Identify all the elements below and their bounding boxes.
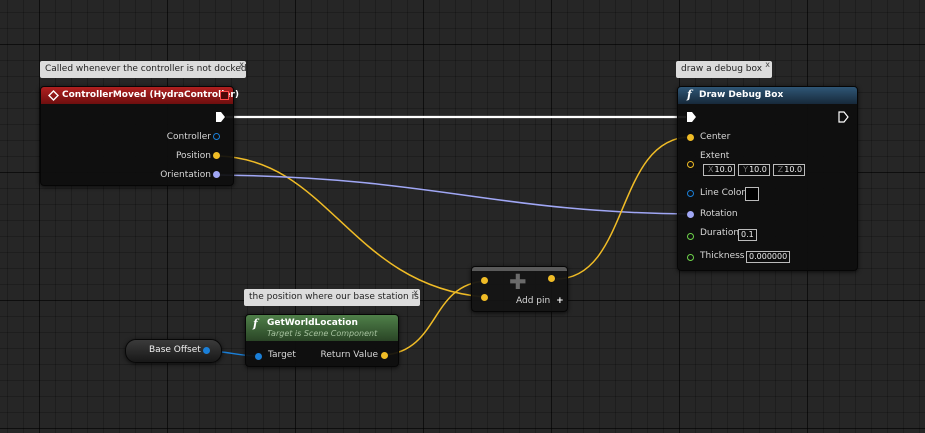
close-icon[interactable]: x — [765, 56, 770, 73]
close-icon[interactable]: x — [239, 56, 244, 73]
extent-x-field[interactable]: X10.0 — [703, 164, 736, 176]
extent-pin-label: Extent — [700, 151, 730, 161]
controller-comment-bubble[interactable]: Called whenever the controller is not do… — [40, 60, 247, 78]
line-color-pin-label: Line Color — [700, 188, 746, 198]
add-pin-button[interactable]: Add pin + — [516, 296, 564, 306]
extent-input-pin[interactable] — [687, 161, 694, 168]
function-icon: f — [687, 88, 692, 101]
duration-pin-label: Duration — [700, 228, 740, 238]
node-subtitle: Target is Scene Component — [267, 329, 378, 338]
delegate-pin-icon[interactable] — [220, 91, 229, 100]
base-offset-variable-node[interactable]: Base Offset — [125, 339, 222, 363]
orientation-output-pin[interactable] — [213, 171, 220, 178]
draw-debug-box-node[interactable]: f Draw Debug Box Center Extent X10.0 Y10… — [677, 86, 858, 271]
position-wire[interactable] — [218, 155, 485, 298]
exec-input-pin-icon[interactable] — [686, 111, 697, 123]
controller-moved-event-node[interactable]: ControllerMoved (HydraController) Contro… — [40, 86, 239, 186]
exec-output-pin-icon[interactable] — [215, 111, 226, 123]
target-pin-label: Target — [268, 350, 296, 360]
debug-box-comment-bubble[interactable]: draw a debug box x — [676, 60, 772, 78]
duration-input-pin[interactable] — [687, 233, 694, 240]
return-value-output-pin[interactable] — [381, 352, 388, 359]
close-icon[interactable]: x — [413, 284, 418, 301]
thickness-pin-label: Thickness — [700, 251, 745, 261]
node-header: f Draw Debug Box — [678, 87, 857, 104]
comment-text: the position where our base station is — [249, 292, 419, 302]
add-vector-node[interactable]: ✚ Add pin + — [471, 266, 568, 312]
extent-z-label: Z — [777, 165, 784, 174]
target-input-pin[interactable] — [255, 353, 262, 360]
line-color-input-pin[interactable] — [687, 190, 694, 197]
add-input-b-pin[interactable] — [481, 294, 488, 301]
rotation-input-pin[interactable] — [687, 211, 694, 218]
extent-x-label: X — [708, 165, 714, 174]
extent-y-label: Y — [743, 165, 749, 174]
extent-x-value: 10.0 — [714, 165, 733, 174]
base-offset-label: Base Offset — [149, 345, 201, 355]
node-header: f GetWorldLocation Target is Scene Compo… — [246, 315, 398, 341]
base-station-comment-bubble[interactable]: the position where our base station is x — [244, 288, 420, 306]
return-value-pin-label: Return Value — [320, 350, 378, 360]
comment-text: draw a debug box — [681, 64, 763, 74]
rotation-pin-label: Rotation — [700, 209, 738, 219]
extent-y-value: 10.0 — [749, 165, 767, 174]
extent-vector-fields: X10.0 Y10.0 Z10.0 — [703, 164, 806, 176]
extent-z-value: 10.0 — [784, 165, 803, 174]
exec-output-pin-icon[interactable] — [838, 111, 849, 123]
add-pin-label: Add pin — [516, 296, 551, 306]
node-title: ControllerMoved (HydraController) — [62, 90, 239, 100]
thickness-field[interactable]: 0.000000 — [746, 251, 791, 263]
orientation-pin-label: Orientation — [160, 170, 211, 180]
duration-field[interactable]: 0.1 — [738, 229, 757, 241]
position-output-pin[interactable] — [213, 152, 220, 159]
center-input-pin[interactable] — [687, 134, 694, 141]
add-input-a-pin[interactable] — [481, 277, 488, 284]
line-color-swatch[interactable] — [745, 187, 759, 201]
orientation-wire[interactable] — [218, 174, 691, 215]
extent-y-field[interactable]: Y10.0 — [738, 164, 770, 176]
add-operator-icon: ✚ — [509, 270, 527, 294]
extent-z-field[interactable]: Z10.0 — [772, 164, 806, 176]
node-title: GetWorldLocation — [267, 318, 358, 328]
node-header: ControllerMoved (HydraController) — [41, 87, 239, 104]
base-offset-output-pin[interactable] — [203, 347, 210, 354]
center-pin-label: Center — [700, 132, 731, 142]
get-world-location-node[interactable]: f GetWorldLocation Target is Scene Compo… — [245, 314, 399, 367]
plus-icon: + — [556, 296, 564, 306]
node-title: Draw Debug Box — [699, 90, 784, 100]
function-icon: f — [253, 317, 258, 330]
thickness-input-pin[interactable] — [687, 254, 694, 261]
event-diamond-icon — [48, 90, 59, 101]
position-pin-label: Position — [175, 151, 211, 161]
controller-output-pin[interactable] — [213, 133, 220, 140]
controller-pin-label: Controller — [166, 132, 211, 142]
comment-text: Called whenever the controller is not do… — [45, 64, 247, 74]
add-output-pin[interactable] — [548, 275, 555, 282]
